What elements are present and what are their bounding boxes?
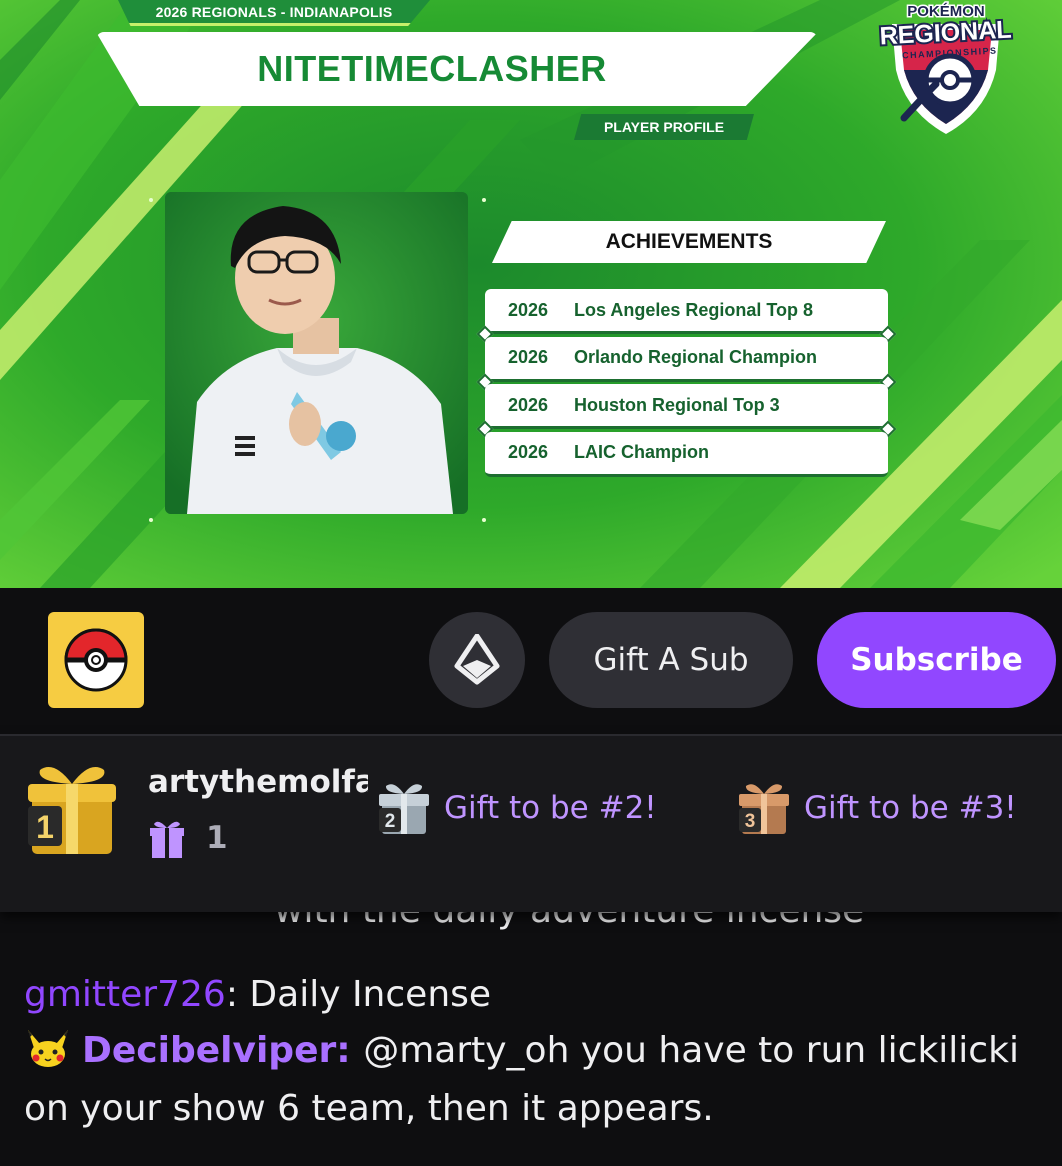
gift-slot-3[interactable]: 3 Gift to be #3! (736, 780, 1017, 836)
chat-username[interactable]: Decibelviper (82, 1030, 336, 1071)
achievement-title: Orlando Regional Champion (574, 347, 818, 367)
chat-colon: : (225, 974, 250, 1015)
gift-rank-1-badge-icon: 1 (28, 767, 116, 854)
event-tag-label: 2026 REGIONALS - INDIANAPOLIS (155, 3, 393, 20)
gift-slot-3-label: Gift to be #3! (804, 790, 1017, 826)
gift-a-sub-button[interactable]: Gift A Sub (549, 612, 793, 708)
chat-message: Decibelviper: @marty_oh you have to run … (24, 1022, 1050, 1138)
achievements-header: ACHIEVEMENTS (492, 221, 886, 263)
pikachu-badge-icon (28, 1030, 68, 1067)
chat-message-text: Daily Incense (249, 974, 492, 1015)
achievement-year: 2026 (508, 442, 549, 462)
chat-username[interactable]: gmitter726 (24, 974, 226, 1015)
achievements-list: 2026 Los Angeles Regional Top 8 2026 Orl… (476, 289, 897, 479)
gift-leader-count: 1 (206, 820, 228, 856)
achievements-header-label: ACHIEVEMENTS (605, 230, 773, 253)
player-photo (165, 192, 468, 514)
achievement-title: Los Angeles Regional Top 8 (574, 299, 814, 320)
gift-rank-1-number: 1 (36, 809, 54, 845)
achievement-year: 2026 (508, 299, 549, 320)
gift-slot-2[interactable]: 2 Gift to be #2! (376, 780, 657, 836)
profile-tag: PLAYER PROFILE (574, 114, 754, 140)
channel-avatar[interactable] (48, 612, 144, 708)
profile-tag-label: PLAYER PROFILE (603, 119, 725, 135)
subscribe-button[interactable]: Subscribe (817, 612, 1056, 708)
bits-button[interactable] (429, 612, 525, 708)
gift-icon (150, 821, 184, 858)
gift-rank-3-number: 3 (745, 811, 756, 832)
regional-championships-logo: POKÉMON REGIONAL CHAMPIONSHIPS (877, 2, 1014, 134)
player-name-plate: NITETIMECLASHER (96, 32, 818, 106)
gift-leaderboard: 1 artythemolfa 1 2 Gift to be #2! 3 Gift… (0, 734, 1062, 912)
channel-action-bar: Gift A Sub Subscribe (0, 588, 1062, 734)
gift-slot-2-label: Gift to be #2! (444, 790, 657, 826)
bits-icon (454, 634, 500, 685)
stream-video[interactable]: 2026 REGIONALS - INDIANAPOLIS NITETIMECL… (0, 0, 1062, 588)
achievement-row: 2026 Houston Regional Top 3 (476, 384, 897, 438)
gift-rank-2-number: 2 (385, 811, 396, 832)
gift-rank-2-badge-icon: 2 (379, 784, 429, 834)
achievement-year: 2026 (508, 394, 549, 415)
gift-rank-3-badge-icon: 3 (739, 784, 789, 834)
achievement-row: 2026 LAIC Champion (485, 431, 888, 477)
achievement-title: LAIC Champion (574, 442, 709, 462)
achievement-title: Houston Regional Top 3 (574, 394, 780, 415)
chat-message: gmitter726: Daily Incense (24, 966, 1050, 1024)
player-portrait-image (165, 192, 468, 514)
pokeball-icon (64, 628, 128, 692)
achievement-row: 2026 Los Angeles Regional Top 8 (476, 289, 897, 343)
event-tag: 2026 REGIONALS - INDIANAPOLIS (118, 0, 430, 26)
chat-feed[interactable]: with the daily adventure incense gmitter… (0, 880, 1062, 1166)
achievement-row: 2026 Orlando Regional Champion (476, 336, 897, 390)
chat-colon: : (336, 1030, 364, 1071)
achievement-year: 2026 (508, 347, 549, 367)
gift-leader-username[interactable]: artythemolfa (148, 764, 368, 800)
player-name: NITETIMECLASHER (257, 48, 607, 89)
